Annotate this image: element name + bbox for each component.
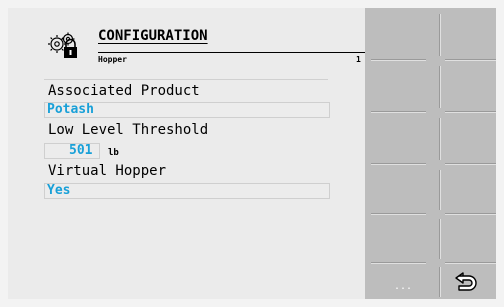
- divider: [439, 14, 440, 56]
- divider: [439, 170, 440, 210]
- softkey-3[interactable]: [365, 60, 430, 111]
- softkey-8[interactable]: [431, 164, 496, 215]
- divider: [371, 213, 426, 214]
- header-divider: [44, 79, 328, 80]
- divider: [371, 111, 426, 112]
- divider: [445, 59, 496, 60]
- associated-product-field[interactable]: Potash: [44, 102, 330, 118]
- softkey-7[interactable]: [365, 164, 430, 215]
- more-button[interactable]: ...: [394, 281, 412, 292]
- divider: [439, 267, 440, 297]
- softkey-10[interactable]: [431, 216, 496, 262]
- screen: CONFIGURATION Hopper 1 Associated Produc…: [0, 0, 504, 307]
- divider: [439, 219, 440, 259]
- divider: [371, 262, 426, 263]
- divider: [371, 163, 426, 164]
- softkey-5[interactable]: [365, 112, 430, 163]
- return-arrow-icon[interactable]: [453, 272, 479, 294]
- header: CONFIGURATION Hopper 1: [36, 28, 368, 70]
- divider: [445, 163, 496, 164]
- title-underline: [98, 52, 368, 53]
- page-title: CONFIGURATION: [98, 28, 208, 44]
- divider: [439, 118, 440, 160]
- gear-lock-icon: [48, 32, 77, 58]
- softkey-1[interactable]: [365, 8, 430, 59]
- threshold-unit: lb: [108, 148, 119, 158]
- softkey-4[interactable]: [431, 60, 496, 111]
- associated-product-label: Associated Product: [48, 83, 200, 99]
- virtual-hopper-field[interactable]: Yes: [44, 183, 330, 199]
- page-subtitle: Hopper: [98, 55, 127, 64]
- divider: [445, 262, 496, 263]
- divider: [371, 59, 426, 60]
- softkey-bar: ...: [365, 8, 496, 299]
- low-level-threshold-field[interactable]: 501: [44, 143, 100, 159]
- divider: [445, 213, 496, 214]
- divider: [445, 111, 496, 112]
- virtual-hopper-value: Yes: [47, 183, 71, 198]
- associated-product-value: Potash: [47, 102, 94, 117]
- low-level-threshold-value: 501: [69, 143, 93, 158]
- softkey-9[interactable]: [365, 216, 430, 262]
- hopper-number: 1: [356, 55, 361, 64]
- softkey-6[interactable]: [431, 112, 496, 163]
- virtual-hopper-label: Virtual Hopper: [48, 163, 167, 179]
- low-level-threshold-label: Low Level Threshold: [48, 122, 209, 138]
- divider: [439, 66, 440, 108]
- softkey-2[interactable]: [431, 8, 496, 59]
